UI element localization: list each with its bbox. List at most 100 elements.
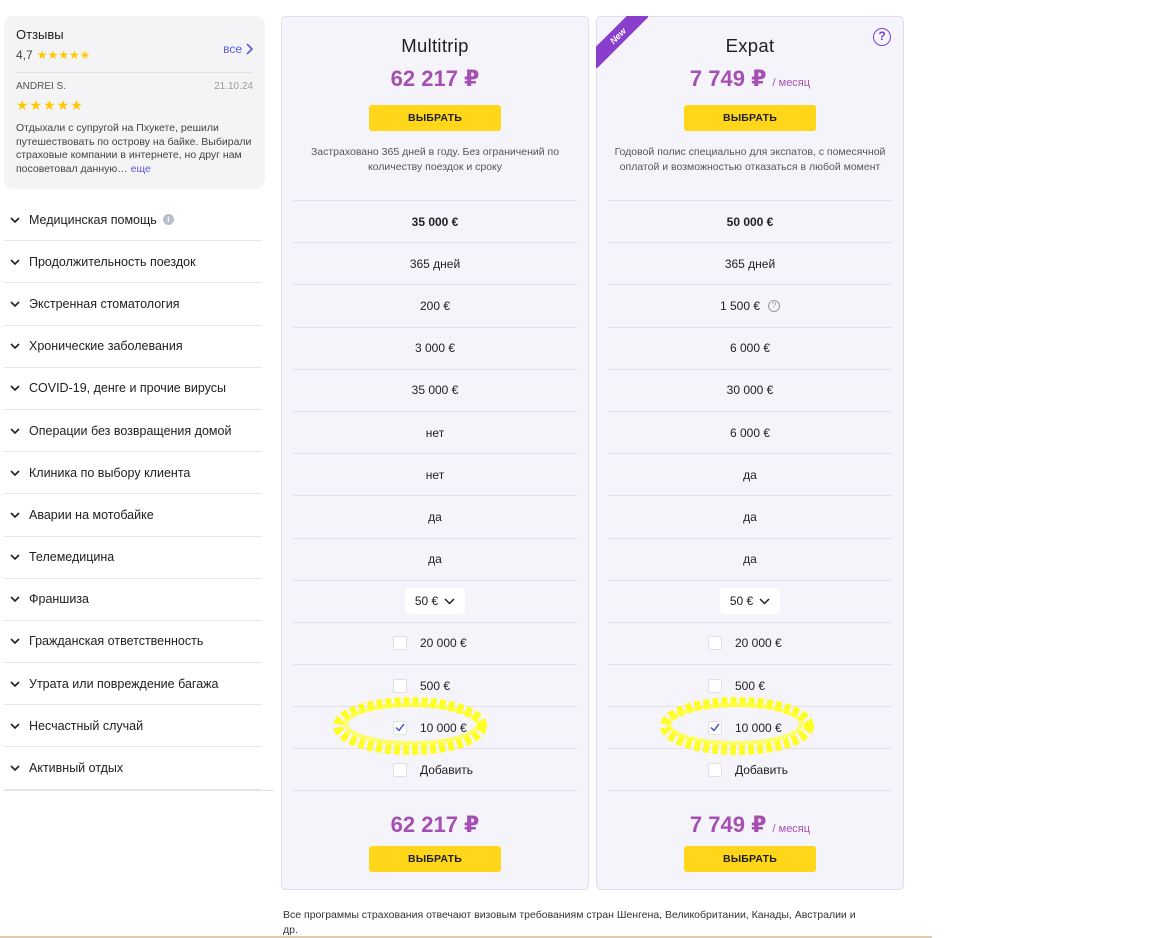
review-text: Отдыхали с супругой на Пхукете, решили п… (16, 122, 252, 175)
feature-list-divider (4, 790, 274, 791)
civil-label: 20 000 € (735, 636, 782, 651)
feature-label: Утрата или повреждение багажа (29, 676, 219, 691)
plan-value: 35 000 € (411, 383, 459, 398)
feature-label: Аварии на мотобайке (29, 507, 154, 522)
plan-value: да (743, 509, 757, 524)
plan-value: 365 дней (724, 256, 776, 271)
chevron-down-icon (10, 723, 20, 729)
review-more-link[interactable]: еще (131, 163, 151, 175)
chevron-down-icon (10, 217, 20, 223)
plan-price-bottom: 62 217 ₽ (390, 812, 480, 837)
civil-checkbox[interactable] (393, 636, 407, 651)
plan-value-row: 1 500 €? (608, 284, 892, 326)
feature-row[interactable]: Активный отдых (4, 747, 262, 790)
select-plan-button-bottom[interactable]: ВЫБРАТЬ (684, 846, 816, 872)
feature-row[interactable]: Телемедицина (4, 537, 262, 579)
plan-value-row: Добавить (608, 748, 892, 791)
plan-value-row: 6 000 € (608, 326, 892, 369)
chevron-down-icon (10, 259, 20, 265)
feature-row[interactable]: Утрата или повреждение багажа (4, 663, 262, 706)
plan-value: 200 € (419, 298, 451, 313)
select-plan-button[interactable]: ВЫБРАТЬ (369, 105, 501, 131)
plan-value-row: да (608, 537, 892, 580)
civil-checkbox[interactable] (708, 636, 722, 651)
feature-label: Франшиза (29, 592, 90, 607)
plan-value-row: 365 дней (293, 242, 577, 284)
feature-row[interactable]: COVID-19, денге и прочие вирусы (4, 368, 262, 410)
franchise-select[interactable]: 50 € (720, 588, 780, 615)
feature-row[interactable]: Операции без возвращения домой (4, 410, 262, 453)
plan-value-row: 200 € (293, 284, 577, 326)
plan-name: Expat (725, 35, 775, 56)
feature-row[interactable]: Несчастный случай (4, 705, 262, 748)
accident-label: 10 000 € (735, 720, 782, 735)
feature-label: Гражданская ответственность (29, 634, 204, 649)
reviews-card: Отзывы 4,7 ★★★★✬ все ANDREI S. 21.10.24 … (4, 16, 265, 189)
feature-row[interactable]: Гражданская ответственность (4, 621, 262, 664)
plan-name: Multitrip (401, 35, 469, 56)
feature-row[interactable]: Продолжительность поездок (4, 241, 262, 284)
footer-note: Все программы страхования отвечают визов… (283, 909, 856, 936)
chevron-down-icon (10, 343, 20, 350)
active-label: Добавить (420, 762, 474, 777)
feature-label: Несчастный случай (29, 718, 144, 733)
plan-value-row: да (293, 537, 577, 580)
chevron-down-icon (10, 385, 20, 392)
feature-row[interactable]: Франшиза (4, 579, 262, 621)
feature-label: COVID-19, денге и прочие вирусы (29, 381, 227, 396)
plan-value-row: 500 € (608, 664, 892, 706)
reviews-all-link[interactable]: все (223, 42, 253, 56)
rating-value: 4,7 (16, 48, 33, 62)
plan-value: 6 000 € (729, 341, 771, 356)
feature-row[interactable]: Клиника по выбору клиента (4, 452, 262, 495)
chevron-down-icon (759, 598, 770, 605)
accident-checkbox[interactable] (708, 720, 722, 735)
accident-checkbox[interactable] (393, 720, 407, 735)
select-plan-button-bottom[interactable]: ВЫБРАТЬ (369, 846, 501, 872)
review-stars-icon: ★★★★★ (16, 97, 84, 113)
select-plan-button[interactable]: ВЫБРАТЬ (684, 105, 816, 131)
feature-row[interactable]: Медицинская помощь i (4, 199, 262, 242)
active-checkbox[interactable] (393, 762, 407, 777)
reviews-all-label: все (223, 42, 242, 56)
feature-row[interactable]: Хронические заболевания (4, 326, 262, 368)
chevron-down-icon (10, 470, 20, 476)
baggage-label: 500 € (735, 678, 766, 693)
plan-value: да (428, 509, 442, 524)
feature-row[interactable]: Экстренная стоматология (4, 283, 262, 326)
civil-label: 20 000 € (420, 636, 467, 651)
checkmark-icon (395, 723, 405, 732)
chevron-down-icon (10, 554, 20, 561)
review-date: 21.10.24 (214, 81, 253, 92)
chevron-down-icon (10, 681, 20, 687)
plan-value-row: да (293, 495, 577, 537)
plan-value: нет (425, 425, 445, 440)
chevron-down-icon (10, 512, 20, 519)
plan-description: Застраховано 365 дней в году. Без ограни… (310, 146, 560, 173)
feature-label: Продолжительность поездок (29, 254, 196, 269)
franchise-select[interactable]: 50 € (405, 588, 465, 615)
plan-price-bottom: 7 749 ₽ / месяц (689, 812, 811, 837)
feature-row[interactable]: Аварии на мотобайке (4, 494, 262, 537)
info-icon[interactable]: i (162, 214, 174, 226)
feature-label: Экстренная стоматология (29, 296, 180, 311)
baggage-checkbox[interactable] (393, 678, 407, 693)
plan-values: 50 000 € 365 дней 1 500 €? 6 000 € 30 000 € 6… (608, 200, 892, 791)
plan-card-multitrip: Multitrip 62 217 ₽ ВЫБРАТЬ Застраховано … (281, 16, 589, 890)
baggage-label: 500 € (420, 678, 451, 693)
baggage-checkbox[interactable] (708, 678, 722, 693)
feature-list: Медицинская помощь i Продолжительность пое… (4, 199, 262, 790)
feature-label: Медицинская помощь (29, 212, 157, 227)
reviews-divider (16, 72, 253, 73)
plan-value-row: нет (293, 453, 577, 495)
reviews-title: Отзывы (16, 27, 64, 42)
question-icon[interactable]: ? (768, 299, 781, 312)
chevron-down-icon (10, 596, 20, 603)
plan-value: да (743, 552, 757, 567)
plan-value: 6 000 € (729, 425, 771, 440)
plan-value-row: 20 000 € (293, 621, 577, 664)
checkmark-icon (710, 723, 720, 732)
plan-value-row: 30 000 € (608, 368, 892, 411)
active-label: Добавить (735, 762, 789, 777)
active-checkbox[interactable] (708, 762, 722, 777)
